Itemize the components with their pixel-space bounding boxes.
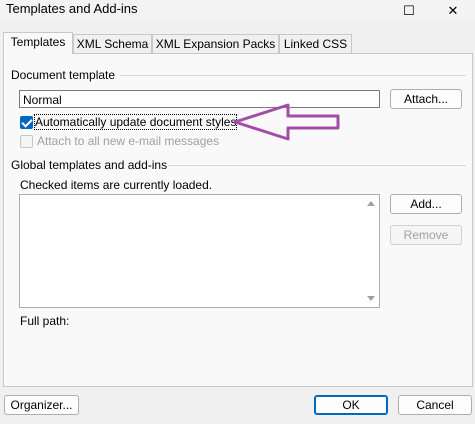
global-templates-list[interactable] — [19, 194, 380, 308]
close-icon[interactable]: ✕ — [431, 0, 475, 22]
add-button[interactable]: Add... — [390, 194, 462, 214]
tab-linked-css[interactable]: Linked CSS — [279, 34, 352, 54]
scroll-up-icon[interactable] — [367, 201, 375, 206]
section-divider — [168, 165, 466, 166]
cancel-button[interactable]: Cancel — [398, 395, 472, 415]
attach-button[interactable]: Attach... — [390, 89, 462, 109]
tab-xml-expansion-packs[interactable]: XML Expansion Packs — [152, 34, 279, 54]
attach-email-label: Attach to all new e-mail messages — [37, 134, 220, 148]
tab-xml-schema[interactable]: XML Schema — [73, 34, 152, 54]
title-bar: Templates and Add-ins ☐ ✕ — [0, 0, 475, 22]
window-title: Templates and Add-ins — [6, 1, 138, 16]
auto-update-checkbox[interactable] — [20, 116, 33, 129]
auto-update-label[interactable]: Automatically update document styles — [33, 114, 238, 130]
ok-button[interactable]: OK — [314, 395, 388, 415]
left-arrow-icon — [233, 103, 340, 141]
attach-email-checkbox — [20, 135, 33, 148]
organizer-button[interactable]: Organizer... — [4, 395, 79, 415]
scroll-down-icon[interactable] — [367, 296, 375, 301]
tab-templates[interactable]: Templates — [3, 32, 73, 54]
list-scrollbar[interactable] — [364, 195, 379, 307]
maximize-icon[interactable]: ☐ — [387, 0, 431, 22]
section-divider — [120, 75, 466, 76]
document-template-heading: Document template — [11, 68, 116, 82]
remove-button: Remove — [390, 225, 462, 245]
global-templates-heading: Global templates and add-ins — [11, 158, 168, 172]
loaded-items-hint: Checked items are currently loaded. — [20, 178, 213, 192]
full-path-label: Full path: — [20, 314, 70, 328]
